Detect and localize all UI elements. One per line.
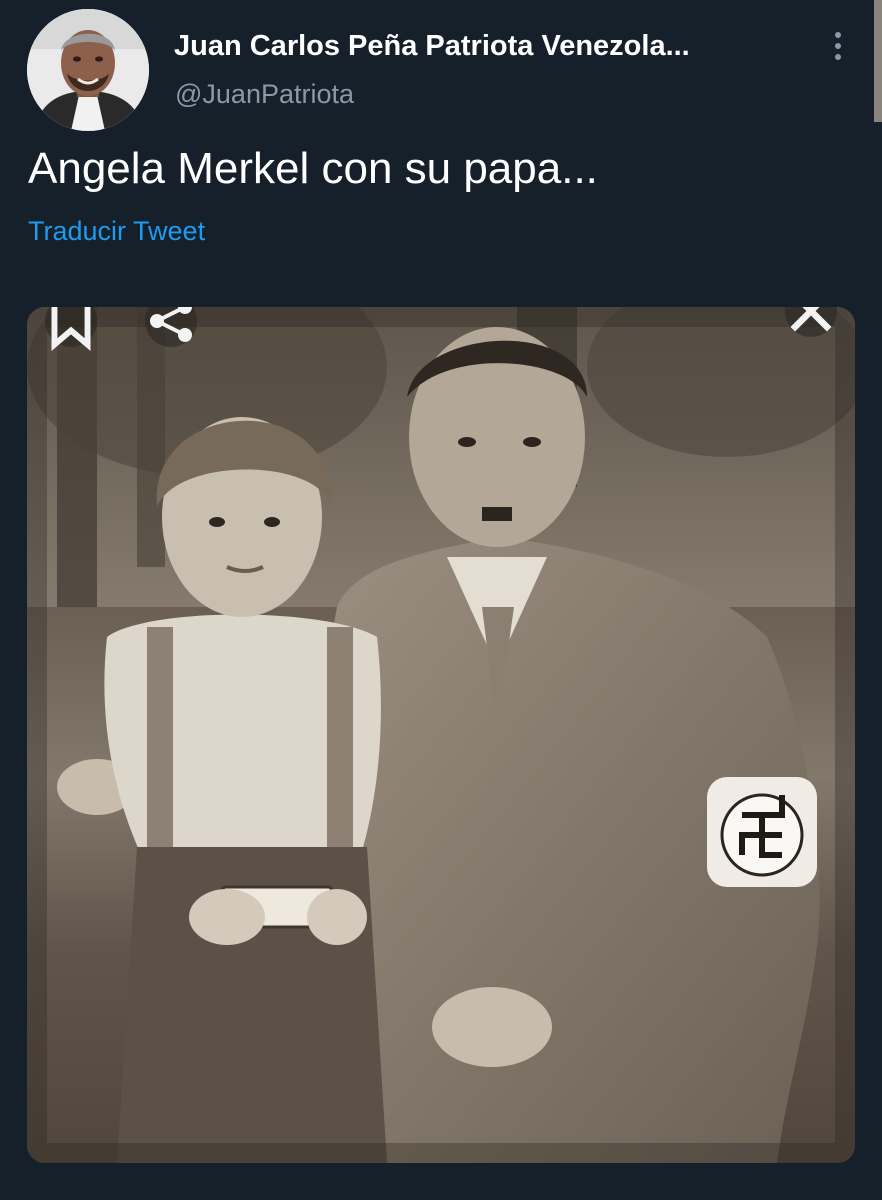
author-handle[interactable]: @JuanPatriota [175,76,354,112]
share-button[interactable] [145,307,197,347]
bookmark-icon [51,307,91,352]
tweet-screen: Juan Carlos Peña Patriota Venezola... @J… [0,0,882,1200]
edge-photo-fragment [874,0,882,122]
more-vertical-icon [835,32,841,60]
translate-tweet-link[interactable]: Traducir Tweet [28,213,205,249]
author-display-name[interactable]: Juan Carlos Peña Patriota Venezola... [174,27,764,65]
tweet-text: Angela Merkel con su papa... [28,144,598,193]
share-icon [150,307,192,342]
author-avatar[interactable] [27,9,149,131]
bookmark-button[interactable] [45,307,97,352]
close-icon [790,307,832,332]
tweet-photo[interactable] [27,307,855,1163]
more-options-button[interactable] [818,26,858,66]
close-button[interactable] [785,307,837,337]
user-avatar-icon [27,9,149,131]
